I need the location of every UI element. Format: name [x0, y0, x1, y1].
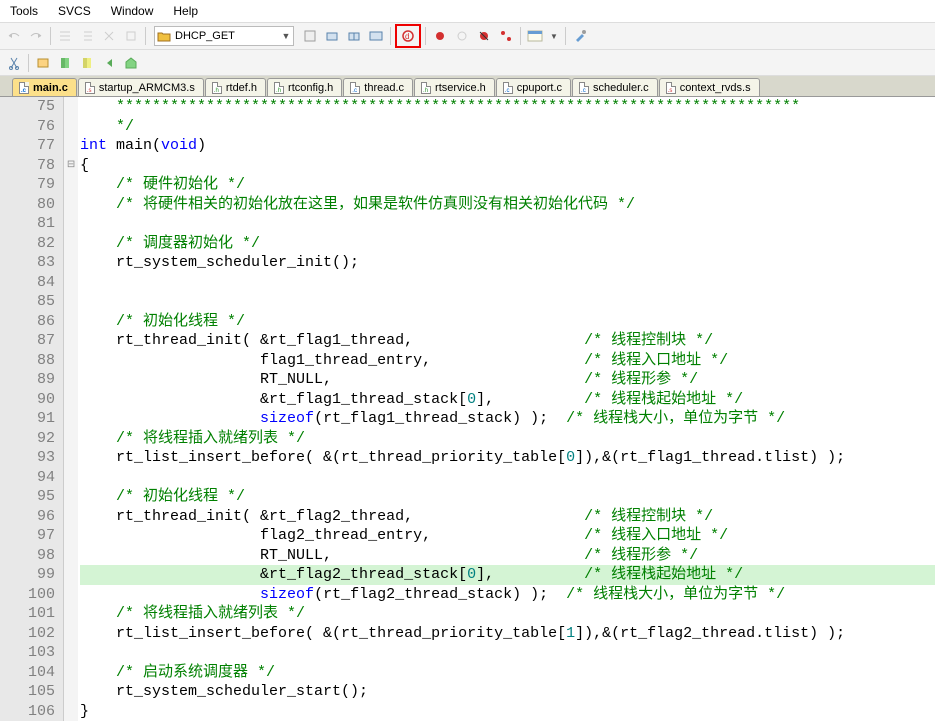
- file-icon: [350, 82, 360, 94]
- tab-startup_ARMCM3-s[interactable]: startup_ARMCM3.s: [78, 78, 204, 96]
- debug-highlight-box: d: [395, 24, 421, 48]
- svg-text:d: d: [405, 32, 409, 41]
- tab-context_rvds-s[interactable]: context_rvds.s: [659, 78, 760, 96]
- tab-thread-c[interactable]: thread.c: [343, 78, 413, 96]
- editor-tabs: main.c startup_ARMCM3.s rtdef.h rtconfig.h t…: [0, 76, 935, 97]
- tab-label: rtservice.h: [435, 82, 486, 94]
- project-icon[interactable]: [33, 53, 53, 73]
- target-select[interactable]: DHCP_GET ▼: [154, 26, 294, 46]
- nav-back-icon[interactable]: [99, 53, 119, 73]
- secondary-toolbar: [0, 50, 935, 76]
- tab-label: thread.c: [364, 82, 404, 94]
- home-icon[interactable]: [121, 53, 141, 73]
- tab-cpuport-c[interactable]: cpuport.c: [496, 78, 571, 96]
- menu-window[interactable]: Window: [107, 2, 158, 20]
- menu-svcs[interactable]: SVCS: [54, 2, 95, 20]
- tab-label: context_rvds.s: [680, 82, 751, 94]
- file-icon: [579, 82, 589, 94]
- tab-rtconfig-h[interactable]: rtconfig.h: [267, 78, 342, 96]
- books-green-icon[interactable]: [55, 53, 75, 73]
- breakpoint-icon[interactable]: [430, 26, 450, 46]
- uncomment-icon[interactable]: [121, 26, 141, 46]
- file-icon: [503, 82, 513, 94]
- batch-build-icon[interactable]: [366, 26, 386, 46]
- tab-label: startup_ARMCM3.s: [99, 82, 195, 94]
- code-editor[interactable]: 7576777879808182838485868788899091929394…: [0, 97, 935, 721]
- file-icon: [666, 82, 676, 94]
- undo-icon[interactable]: [4, 26, 24, 46]
- indent-left-icon[interactable]: [55, 26, 75, 46]
- chevron-down-icon: ▼: [279, 31, 293, 41]
- configure-icon[interactable]: [570, 26, 590, 46]
- menu-tools[interactable]: Tools: [6, 2, 42, 20]
- comment-icon[interactable]: [99, 26, 119, 46]
- file-icon: [274, 82, 284, 94]
- rebuild-icon[interactable]: [344, 26, 364, 46]
- window-icon[interactable]: [525, 26, 545, 46]
- tab-scheduler-c[interactable]: scheduler.c: [572, 78, 658, 96]
- fold-column: ⊟: [64, 97, 78, 721]
- target-name: DHCP_GET: [173, 30, 279, 42]
- debug-icon[interactable]: d: [398, 26, 418, 46]
- tab-rtdef-h[interactable]: rtdef.h: [205, 78, 266, 96]
- tab-label: rtdef.h: [226, 82, 257, 94]
- code-area[interactable]: ****************************************…: [78, 97, 935, 721]
- cut-icon[interactable]: [4, 53, 24, 73]
- build-target-icon[interactable]: [322, 26, 342, 46]
- file-icon: [19, 82, 29, 94]
- menu-help[interactable]: Help: [169, 2, 202, 20]
- file-icon: [212, 82, 222, 94]
- tab-label: rtconfig.h: [288, 82, 333, 94]
- redo-icon[interactable]: [26, 26, 46, 46]
- line-number-gutter: 7576777879808182838485868788899091929394…: [0, 97, 64, 721]
- file-icon: [421, 82, 431, 94]
- tab-label: scheduler.c: [593, 82, 649, 94]
- folder-icon: [155, 30, 173, 42]
- window-dropdown-icon[interactable]: ▼: [547, 32, 561, 41]
- tab-rtservice-h[interactable]: rtservice.h: [414, 78, 495, 96]
- menu-bar: Tools SVCS Window Help: [0, 0, 935, 22]
- breakpoint-kill-icon[interactable]: [474, 26, 494, 46]
- tab-label: cpuport.c: [517, 82, 562, 94]
- tab-label: main.c: [33, 82, 68, 94]
- options-icon[interactable]: [300, 26, 320, 46]
- breakpoint-disabled-icon[interactable]: [452, 26, 472, 46]
- indent-right-icon[interactable]: [77, 26, 97, 46]
- main-toolbar: DHCP_GET ▼ d ▼: [0, 22, 935, 50]
- books-yellow-icon[interactable]: [77, 53, 97, 73]
- breakpoint-list-icon[interactable]: [496, 26, 516, 46]
- file-icon: [85, 82, 95, 94]
- tab-main-c[interactable]: main.c: [12, 78, 77, 96]
